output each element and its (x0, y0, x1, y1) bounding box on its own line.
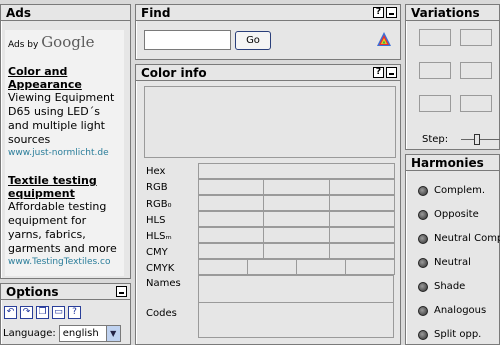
harmony-label: Shade (434, 281, 466, 292)
harmonies-header: Harmonies (406, 155, 499, 171)
variation-swatch[interactable] (419, 29, 451, 46)
options-title: Options (6, 285, 59, 299)
find-title: Find (141, 6, 171, 20)
hls-label: HLS (146, 215, 166, 226)
copy-icon[interactable]: ❐ (36, 306, 49, 319)
harmony-label: Neutral Comp (434, 233, 500, 244)
variation-swatch[interactable] (460, 29, 492, 46)
cmy-fields[interactable] (198, 243, 395, 259)
minimize-button[interactable] (386, 7, 397, 18)
ad-item[interactable]: Textile testing equipment Affordable tes… (8, 174, 121, 269)
hlsm-label: HLSₘ (146, 231, 172, 242)
variations-title: Variations (411, 6, 480, 20)
ads-header: Ads (1, 5, 130, 21)
codes-field[interactable] (198, 302, 394, 338)
ads-panel: Ads Ads by Google Color and Appearance V… (0, 4, 131, 279)
variation-swatch[interactable] (460, 95, 492, 112)
ad-text: Affordable testing equipment for yarns, … (8, 200, 117, 255)
harmony-label: Opposite (434, 209, 479, 220)
window-icon[interactable]: ▭ (52, 306, 65, 319)
harmony-neutral[interactable]: Neutral (418, 257, 471, 268)
hex-label: Hex (146, 166, 166, 177)
language-value: english (62, 328, 99, 339)
help-icon[interactable]: ? (68, 306, 81, 319)
color-info-header: Color info ? (136, 65, 400, 81)
radio-icon[interactable] (418, 281, 428, 292)
harmony-split-opp[interactable]: Split opp. (418, 329, 481, 340)
harmony-label: Split opp. (434, 329, 482, 340)
radio-icon[interactable] (418, 305, 428, 316)
radio-icon[interactable] (418, 185, 428, 196)
radio-icon[interactable] (418, 257, 428, 268)
ads-by-google[interactable]: Ads by Google (8, 33, 121, 51)
harmony-neutral-comp[interactable]: Neutral Comp (418, 233, 500, 244)
find-header: Find ? (136, 5, 400, 21)
harmony-label: Neutral (434, 257, 471, 268)
step-slider-thumb[interactable] (474, 134, 480, 145)
variation-swatch[interactable] (419, 62, 451, 79)
options-toolbar: ↶ ↷ ❐ ▭ ? (4, 306, 81, 319)
language-label: Language: (3, 328, 56, 339)
cmy-label: CMY (146, 247, 168, 258)
ads-title: Ads (6, 6, 32, 20)
names-field[interactable] (198, 275, 394, 303)
color-picker-icon[interactable] (376, 31, 392, 47)
harmony-analogous[interactable]: Analogous (418, 305, 486, 316)
rgb-label: RGB (146, 182, 168, 193)
harmony-label: Analogous (434, 305, 487, 316)
rgb-fields[interactable] (198, 179, 395, 195)
options-header: Options (1, 284, 130, 300)
hex-field[interactable] (198, 163, 395, 179)
language-row: Language: english ▼ (3, 325, 121, 342)
step-label: Step: (422, 134, 449, 145)
names-label: Names (146, 278, 181, 289)
variation-swatch[interactable] (460, 62, 492, 79)
ad-url[interactable]: www.TestingTextiles.co (8, 256, 121, 269)
harmonies-panel: Harmonies Complem. Opposite Neutral Comp… (405, 154, 500, 345)
ad-title[interactable]: Textile testing equipment (8, 174, 121, 200)
rgb0-label: RGB₀ (146, 199, 172, 210)
options-panel: Options ↶ ↷ ❐ ▭ ? Language: english ▼ (0, 283, 131, 345)
codes-label: Codes (146, 308, 177, 319)
go-button[interactable]: Go (235, 31, 271, 50)
harmonies-title: Harmonies (411, 156, 484, 170)
radio-icon[interactable] (418, 209, 428, 220)
variations-panel: Variations Step: (405, 4, 500, 150)
help-button[interactable]: ? (373, 7, 384, 18)
undo-icon[interactable]: ↶ (4, 306, 17, 319)
ad-title[interactable]: Color and Appearance (8, 65, 121, 91)
color-swatch (144, 86, 396, 158)
color-info-title: Color info (141, 66, 207, 80)
cmyk-fields[interactable] (198, 259, 395, 275)
ad-item[interactable]: Color and Appearance Viewing Equipment D… (8, 65, 121, 160)
find-panel: Find ? Go (135, 4, 401, 60)
radio-icon[interactable] (418, 233, 428, 244)
variations-header: Variations (406, 5, 499, 21)
minimize-button[interactable] (116, 286, 127, 297)
rgb0-fields[interactable] (198, 195, 395, 211)
hlsm-fields[interactable] (198, 227, 395, 243)
ads-by-label: Ads by (8, 40, 39, 50)
cmyk-label: CMYK (146, 263, 175, 274)
minimize-button[interactable] (386, 67, 397, 78)
ads-box: Ads by Google Color and Appearance Viewi… (5, 30, 124, 276)
harmony-shade[interactable]: Shade (418, 281, 465, 292)
ad-text: Viewing Equipment D65 using LED´s and mu… (8, 91, 115, 146)
language-select[interactable]: english ▼ (58, 325, 121, 342)
harmony-opposite[interactable]: Opposite (418, 209, 479, 220)
chevron-down-icon[interactable]: ▼ (105, 326, 120, 341)
redo-icon[interactable]: ↷ (20, 306, 33, 319)
step-slider-track[interactable] (461, 139, 500, 140)
harmony-label: Complem. (434, 185, 486, 196)
radio-icon[interactable] (418, 329, 428, 340)
help-button[interactable]: ? (373, 67, 384, 78)
find-input[interactable] (144, 30, 231, 50)
variation-swatch[interactable] (419, 95, 451, 112)
hls-fields[interactable] (198, 211, 395, 227)
harmony-complementary[interactable]: Complem. (418, 185, 485, 196)
color-info-panel: Color info ? Hex RGB RGB₀ HLS HLSₘ CMY C… (135, 64, 401, 345)
google-logo: Google (41, 33, 95, 51)
ad-url[interactable]: www.just-normlicht.de (8, 147, 121, 160)
